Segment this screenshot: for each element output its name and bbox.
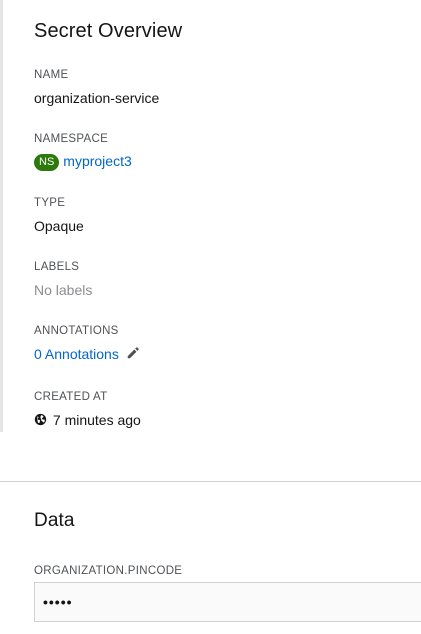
- namespace-value-row: NS myproject3: [34, 152, 421, 171]
- namespace-label: NAMESPACE: [34, 133, 109, 145]
- page-title: Secret Overview: [34, 20, 183, 42]
- created-value: 7 minutes ago: [52, 412, 141, 428]
- name-field: NAME organization-service: [34, 68, 421, 107]
- data-title: Data: [34, 510, 75, 531]
- namespace-badge: NS: [34, 153, 60, 171]
- data-header: Data: [34, 510, 421, 532]
- globe-icon: [34, 412, 47, 430]
- annotations-link-text: 0 Annotations: [34, 346, 119, 362]
- overview-header: Secret Overview: [34, 20, 421, 43]
- annotations-row: 0 Annotations: [34, 345, 421, 364]
- left-border: [0, 0, 3, 432]
- created-row: 7 minutes ago: [34, 411, 421, 430]
- secret-details-page: Secret Overview NAME organization-servic…: [0, 0, 421, 634]
- type-value: Opaque: [34, 218, 84, 234]
- secret-value-masked: •••••: [43, 594, 73, 610]
- annotations-link[interactable]: 0 Annotations: [34, 346, 140, 362]
- labels-field: LABELS No labels: [34, 260, 421, 299]
- pencil-icon: [123, 346, 140, 364]
- data-key-field: ORGANIZATION.PINCODE: [34, 564, 421, 578]
- data-key-label: ORGANIZATION.PINCODE: [34, 565, 183, 577]
- type-field: TYPE Opaque: [34, 196, 421, 235]
- namespace-field: NAMESPACE NS myproject3: [34, 132, 421, 171]
- section-divider: [0, 481, 421, 482]
- labels-label: LABELS: [34, 261, 80, 273]
- name-label: NAME: [34, 69, 69, 81]
- namespace-link[interactable]: myproject3: [63, 153, 131, 169]
- annotations-field: ANNOTATIONS 0 Annotations: [34, 324, 421, 364]
- created-label: CREATED AT: [34, 391, 108, 403]
- created-field: CREATED AT 7 minutes ago: [34, 390, 421, 430]
- annotations-label: ANNOTATIONS: [34, 325, 119, 337]
- name-value: organization-service: [34, 90, 160, 106]
- type-label: TYPE: [34, 197, 66, 209]
- secret-value-box[interactable]: •••••: [34, 582, 421, 622]
- labels-value: No labels: [34, 282, 93, 298]
